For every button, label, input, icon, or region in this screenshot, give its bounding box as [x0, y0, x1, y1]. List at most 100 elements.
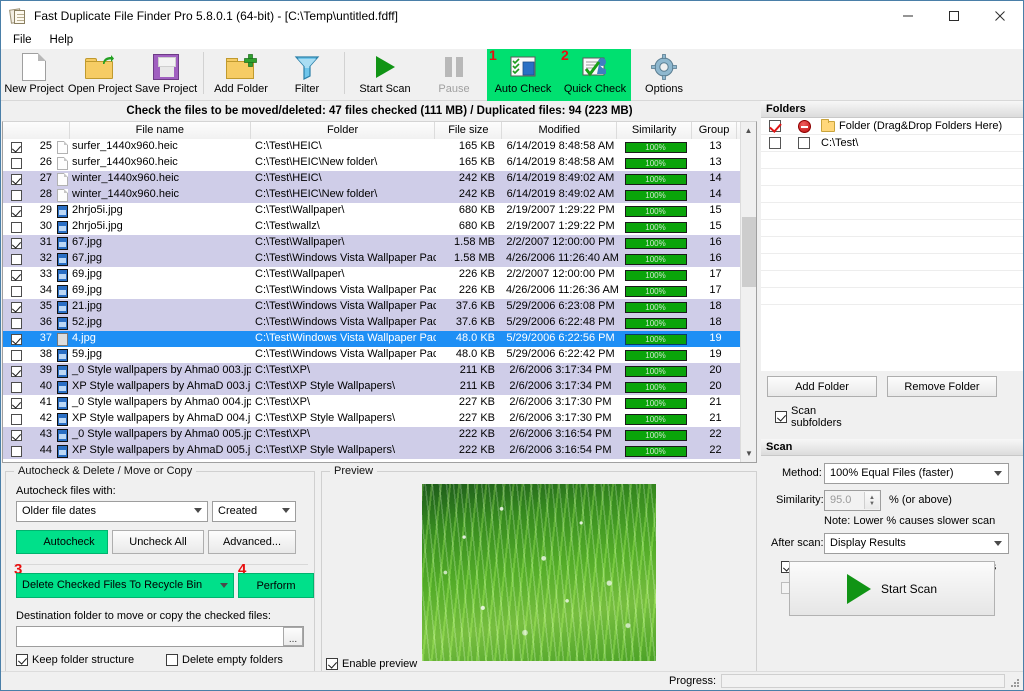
folders-list[interactable]: Folder (Drag&Drop Folders Here)C:\Test\	[761, 118, 1023, 305]
add-folder-button[interactable]: Add Folder	[767, 376, 877, 397]
scan-similarity-input[interactable]: 95.0 ▲▼	[824, 490, 881, 511]
row-checkbox[interactable]	[3, 139, 29, 155]
table-row[interactable]: 3267.jpgC:\Test\Windows Vista Wallpaper …	[3, 251, 756, 267]
table-row[interactable]: 28winter_1440x960.heicC:\Test\HEIC\New f…	[3, 187, 756, 203]
jpg-file-icon	[55, 251, 70, 267]
autocheck-datefield-select[interactable]: Created	[212, 501, 296, 522]
folder-exclude-control[interactable]	[789, 120, 819, 133]
toolbar-button-open-project[interactable]: Open Project	[67, 49, 133, 101]
delete-empty-folders-checkbox[interactable]: Delete empty folders	[166, 654, 283, 666]
row-checkbox[interactable]	[3, 347, 29, 363]
table-row[interactable]: 292hrjo5i.jpgC:\Test\Wallpaper\680 KB2/1…	[3, 203, 756, 219]
advanced-button[interactable]: Advanced...	[208, 530, 296, 554]
column-header-folder[interactable]: Folder	[251, 122, 436, 139]
table-row[interactable]: 42XP Style wallpapers by AhmaD 004.jpgC:…	[3, 411, 756, 427]
toolbar-button-new-project[interactable]: New Project	[1, 49, 67, 101]
row-checkbox[interactable]	[3, 363, 29, 379]
start-scan-button[interactable]: Start Scan	[789, 561, 995, 616]
folder-exclude-control[interactable]	[789, 137, 819, 149]
table-row[interactable]: 25surfer_1440x960.heicC:\Test\HEIC\165 K…	[3, 139, 756, 155]
enable-preview-checkbox[interactable]: Enable preview	[326, 658, 417, 670]
cell-group: 15	[693, 219, 738, 235]
list-vertical-scrollbar[interactable]: ▲ ▼	[740, 122, 756, 462]
row-checkbox[interactable]	[3, 171, 29, 187]
row-checkbox[interactable]	[3, 299, 29, 315]
table-row[interactable]: 43_0 Style wallpapers by Ahma0 005.jpgC:…	[3, 427, 756, 443]
cell-modified: 2/2/2007 12:00:00 PM	[503, 267, 618, 283]
folder-list-item[interactable]: C:\Test\	[761, 135, 1023, 152]
scan-method-select[interactable]: 100% Equal Files (faster)	[824, 463, 1009, 484]
delete-action-select[interactable]: Delete Checked Files To Recycle Bin	[16, 573, 234, 598]
table-row[interactable]: 3167.jpgC:\Test\Wallpaper\1.58 MB2/2/200…	[3, 235, 756, 251]
uncheck-all-button[interactable]: Uncheck All	[112, 530, 204, 554]
remove-folder-button[interactable]: Remove Folder	[887, 376, 997, 397]
toolbar-button-quick-check[interactable]: 2 Quick Check	[559, 49, 631, 101]
folder-include-checkbox[interactable]	[761, 137, 789, 149]
row-checkbox[interactable]	[3, 395, 29, 411]
row-checkbox[interactable]	[3, 187, 29, 203]
after-scan-select[interactable]: Display Results	[824, 533, 1009, 554]
cell-modified: 2/6/2006 3:16:54 PM	[503, 443, 618, 459]
perform-button[interactable]: Perform	[238, 573, 314, 598]
table-row[interactable]: 3859.jpgC:\Test\Windows Vista Wallpaper …	[3, 347, 756, 363]
keep-folder-structure-checkbox[interactable]: Keep folder structure	[16, 654, 134, 666]
row-checkbox[interactable]	[3, 219, 29, 235]
row-checkbox[interactable]	[3, 427, 29, 443]
toolbar-button-filter[interactable]: Filter	[274, 49, 340, 101]
cell-modified: 2/6/2006 3:17:30 PM	[503, 411, 618, 427]
row-checkbox[interactable]	[3, 251, 29, 267]
table-row[interactable]: 41_0 Style wallpapers by Ahma0 004.jpgC:…	[3, 395, 756, 411]
table-row[interactable]: 3369.jpgC:\Test\Wallpaper\226 KB2/2/2007…	[3, 267, 756, 283]
maximize-icon[interactable]	[931, 1, 977, 31]
autocheck-criteria-select[interactable]: Older file dates	[16, 501, 208, 522]
column-header-modified[interactable]: Modified	[502, 122, 617, 139]
close-icon[interactable]	[977, 1, 1023, 31]
autocheck-button[interactable]: Autocheck	[16, 530, 108, 554]
autocheck-criteria-value: Older file dates	[22, 505, 96, 517]
row-checkbox[interactable]	[3, 267, 29, 283]
duplicate-files-list[interactable]: File name Folder File size Modified Simi…	[2, 121, 757, 463]
resize-grip-icon[interactable]	[1008, 676, 1020, 688]
spinner-arrows-icon[interactable]: ▲▼	[864, 492, 879, 509]
table-row[interactable]: 302hrjo5i.jpgC:\Test\wallz\680 KB2/19/20…	[3, 219, 756, 235]
table-row[interactable]: 3469.jpgC:\Test\Windows Vista Wallpaper …	[3, 283, 756, 299]
folder-list-item[interactable]: Folder (Drag&Drop Folders Here)	[761, 118, 1023, 135]
toolbar-button-auto-check[interactable]: 1 Auto Check	[487, 49, 559, 101]
menu-item-file[interactable]: File	[9, 33, 40, 47]
table-row[interactable]: 40XP Style wallpapers by AhmaD 003.jpgC:…	[3, 379, 756, 395]
row-checkbox[interactable]	[3, 235, 29, 251]
toolbar-button-start-scan[interactable]: Start Scan	[349, 49, 421, 101]
table-row[interactable]: 374.jpgC:\Test\Windows Vista Wallpaper P…	[3, 331, 756, 347]
row-checkbox[interactable]	[3, 443, 29, 459]
row-checkbox[interactable]	[3, 331, 29, 347]
destination-folder-input[interactable]	[16, 626, 304, 647]
row-checkbox[interactable]	[3, 315, 29, 331]
table-row[interactable]: 3652.jpgC:\Test\Windows Vista Wallpaper …	[3, 315, 756, 331]
column-header-similarity[interactable]: Similarity	[617, 122, 692, 139]
column-header-file-size[interactable]: File size	[435, 122, 502, 139]
table-row[interactable]: 44XP Style wallpapers by AhmaD 005.jpgC:…	[3, 443, 756, 459]
toolbar-button-save-project[interactable]: Save Project	[133, 49, 199, 101]
row-checkbox[interactable]	[3, 155, 29, 171]
table-row[interactable]: 27winter_1440x960.heicC:\Test\HEIC\242 K…	[3, 171, 756, 187]
scroll-up-icon[interactable]: ▲	[741, 122, 756, 139]
menu-item-help[interactable]: Help	[46, 33, 82, 47]
table-row[interactable]: 39_0 Style wallpapers by Ahma0 003.jpgC:…	[3, 363, 756, 379]
scan-subfolders-checkbox[interactable]: Scan subfolders	[775, 405, 842, 429]
row-checkbox[interactable]	[3, 203, 29, 219]
toolbar-button-add-folder[interactable]: Add Folder	[208, 49, 274, 101]
column-header-group[interactable]: Group	[692, 122, 737, 139]
toolbar-button-options[interactable]: Options	[631, 49, 697, 101]
scrollbar-thumb[interactable]	[742, 217, 756, 287]
minimize-icon[interactable]	[885, 1, 931, 31]
scroll-down-icon[interactable]: ▼	[741, 445, 757, 462]
row-checkbox[interactable]	[3, 379, 29, 395]
folder-include-checkbox[interactable]	[761, 120, 789, 132]
table-row[interactable]: 26surfer_1440x960.heicC:\Test\HEIC\New f…	[3, 155, 756, 171]
row-checkbox[interactable]	[3, 283, 29, 299]
browse-folder-button[interactable]: ...	[283, 627, 303, 646]
column-header-file-name[interactable]: File name	[70, 122, 251, 139]
save-project-icon	[153, 52, 179, 82]
table-row[interactable]: 3521.jpgC:\Test\Windows Vista Wallpaper …	[3, 299, 756, 315]
row-checkbox[interactable]	[3, 411, 29, 427]
